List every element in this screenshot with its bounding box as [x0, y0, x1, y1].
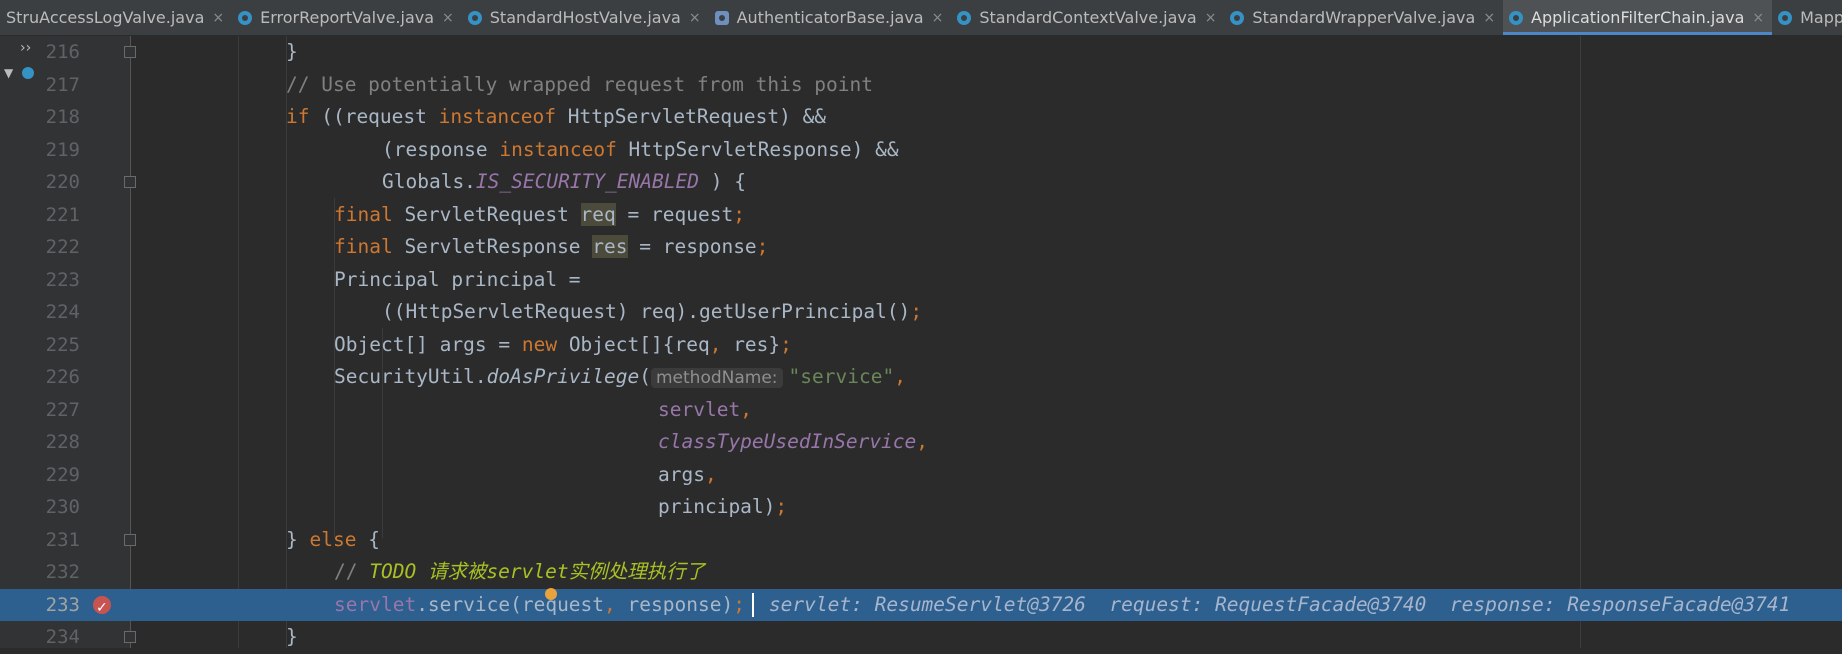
tab-label: StandardWrapperValve.java — [1252, 8, 1476, 27]
line-number: 217 — [45, 73, 80, 96]
tab-label: Mapper.java — [1800, 8, 1842, 27]
close-icon[interactable]: × — [689, 10, 701, 26]
tab-standardhostvalve[interactable]: StandardHostValve.java × — [462, 0, 709, 35]
code-line[interactable]: 224 ((HttpServletRequest) req).getUserPr… — [0, 296, 1842, 329]
close-icon[interactable]: × — [442, 10, 454, 26]
code-text: args, — [658, 462, 717, 486]
class-icon — [957, 10, 972, 25]
todo-comment: // TODO 请求被servlet实例处理执行了 — [334, 560, 706, 583]
line-number: 225 — [45, 333, 80, 356]
intention-bulb-icon[interactable] — [545, 587, 557, 600]
parameter-hint: methodName: — [651, 368, 783, 388]
line-number: 229 — [45, 463, 80, 486]
tab-applicationfilterchain[interactable]: ApplicationFilterChain.java × — [1503, 0, 1773, 35]
line-number: 234 — [45, 626, 80, 648]
code-text: Globals.IS_SECURITY_ENABLED ) { — [382, 170, 746, 193]
code-line[interactable]: 221 final ServletRequest req = request; — [0, 199, 1842, 232]
line-number: 227 — [45, 398, 80, 421]
line-number: 222 — [45, 236, 80, 258]
tab-label: StruAccessLogValve.java — [6, 8, 205, 27]
code-editor[interactable]: ›› ▼ 216 } 217 // Use potentially wrappe… — [0, 36, 1842, 648]
tab-label: AuthenticatorBase.java — [736, 8, 924, 27]
code-text: final ServletRequest req = request; — [334, 202, 745, 226]
class-icon — [1778, 10, 1793, 25]
code-text: Object[] args = new Object[]{req, res}; — [334, 332, 792, 356]
editor-tab-bar: StruAccessLogValve.java × ErrorReportValve… — [0, 0, 1842, 36]
code-text: } else { — [286, 527, 380, 551]
class-icon — [238, 10, 253, 25]
line-number: 232 — [45, 561, 80, 583]
code-text: principal); — [658, 495, 788, 518]
code-line[interactable]: 228 classTypeUsedInService, — [0, 426, 1842, 459]
class-icon — [467, 10, 482, 25]
code-text: } — [286, 40, 298, 63]
code-line[interactable]: 218 if ((request instanceof HttpServletR… — [0, 101, 1842, 134]
code-text: ((HttpServletRequest) req).getUserPrinci… — [382, 300, 923, 323]
line-number: 216 — [45, 41, 80, 63]
tab-label: StandardHostValve.java — [489, 8, 681, 27]
current-execution-line[interactable]: 233 servlet.service(request, response);s… — [0, 587, 1842, 624]
fold-icon[interactable] — [124, 176, 136, 188]
line-number: 223 — [45, 268, 80, 291]
code-line[interactable]: 219 (response instanceof HttpServletResp… — [0, 134, 1842, 167]
inline-debug-values: servlet: ResumeServlet@3726 request: Req… — [768, 592, 1791, 616]
tab-authenticatorbase[interactable]: AuthenticatorBase.java × — [709, 0, 952, 35]
tab-label: ApplicationFilterChain.java — [1531, 8, 1745, 27]
code-line[interactable]: 220 Globals.IS_SECURITY_ENABLED ) { — [0, 166, 1842, 199]
close-icon[interactable]: × — [1483, 10, 1495, 26]
abstract-class-icon — [714, 10, 729, 25]
line-number: 231 — [45, 528, 80, 551]
tab-mapper[interactable]: Mapper.java× — [1772, 0, 1842, 35]
line-number: 221 — [45, 203, 80, 226]
code-line[interactable]: 225 Object[] args = new Object[]{req, re… — [0, 329, 1842, 362]
code-text: } — [286, 625, 298, 648]
line-number: 228 — [45, 431, 80, 453]
code-line[interactable]: 226 SecurityUtil.doAsPrivilege(methodNam… — [0, 361, 1842, 394]
code-text: classTypeUsedInService, — [658, 430, 929, 453]
line-number: 226 — [45, 366, 80, 388]
code-text: if ((request instanceof HttpServletReque… — [286, 105, 827, 128]
line-number: 230 — [45, 496, 80, 518]
code-line[interactable]: 231 } else { — [0, 524, 1842, 557]
class-icon — [1230, 10, 1245, 25]
fold-icon[interactable] — [124, 533, 136, 546]
text-caret — [752, 592, 754, 617]
code-line[interactable]: 222 final ServletResponse res = response… — [0, 231, 1842, 264]
code-line[interactable]: 230 principal); — [0, 491, 1842, 524]
tab-errorreportvalve[interactable]: ErrorReportValve.java × — [232, 0, 462, 35]
close-icon[interactable]: × — [932, 10, 944, 26]
code-line[interactable]: 234 } — [0, 621, 1842, 654]
tab-standardcontextvalve[interactable]: StandardContextValve.java × — [951, 0, 1224, 35]
close-icon[interactable]: × — [212, 10, 224, 26]
fold-icon[interactable] — [124, 46, 136, 58]
line-number: 220 — [45, 171, 80, 193]
code-text: servlet, — [658, 397, 752, 421]
code-line[interactable]: 217 // Use potentially wrapped request f… — [0, 69, 1842, 102]
line-number: 218 — [45, 106, 80, 128]
line-number: 224 — [45, 301, 80, 323]
code-line[interactable]: 216 } — [0, 36, 1842, 69]
close-icon[interactable]: × — [1752, 10, 1764, 26]
tab-label: StandardContextValve.java — [979, 8, 1197, 27]
fold-icon[interactable] — [124, 631, 136, 643]
line-number: 233 — [45, 593, 80, 616]
code-text: SecurityUtil.doAsPrivilege(methodName: "s… — [334, 365, 906, 388]
code-line[interactable]: 229 args, — [0, 459, 1842, 492]
code-line[interactable]: 232 // TODO 请求被servlet实例处理执行了 — [0, 556, 1842, 589]
code-text: (response instanceof HttpServletResponse… — [382, 137, 899, 161]
close-icon[interactable]: × — [1205, 10, 1217, 26]
comment: // Use potentially wrapped request from … — [286, 72, 873, 96]
code-line[interactable]: 227 servlet, — [0, 394, 1842, 427]
code-line[interactable]: 223 Principal principal = — [0, 264, 1842, 297]
code-text: Principal principal = — [334, 267, 581, 291]
code-text: final ServletResponse res = response; — [334, 235, 769, 258]
tab-label: ErrorReportValve.java — [260, 8, 435, 27]
breakpoint-icon[interactable] — [93, 592, 111, 624]
tab-standardwrappervalve[interactable]: StandardWrapperValve.java × — [1224, 0, 1503, 35]
tab-struaccesslogvalve[interactable]: StruAccessLogValve.java × — [0, 0, 232, 35]
line-number: 219 — [45, 138, 80, 161]
class-icon — [1509, 10, 1524, 25]
